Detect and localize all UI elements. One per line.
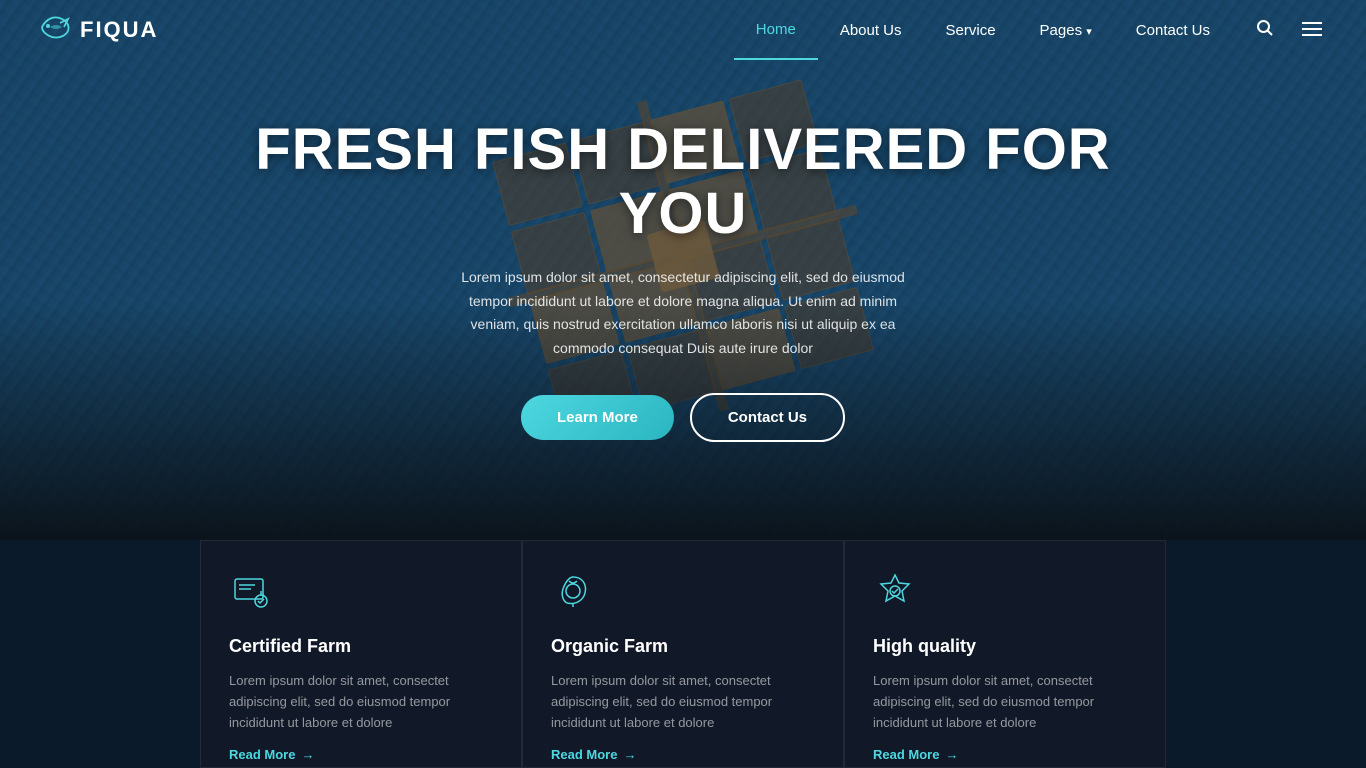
arrow-right-icon: →: [945, 747, 958, 762]
search-button[interactable]: [1252, 15, 1278, 46]
arrow-right-icon: →: [623, 747, 636, 762]
card-certified-farm-link[interactable]: Read More →: [229, 747, 493, 762]
nav-home[interactable]: Home: [734, 1, 818, 60]
chevron-down-icon: ▾: [1086, 26, 1092, 38]
badge-icon: [873, 569, 1137, 620]
logo[interactable]: FIQUA: [40, 13, 158, 47]
nav-home-link[interactable]: Home: [734, 1, 818, 60]
card-certified-farm: Certified Farm Lorem ipsum dolor sit ame…: [200, 540, 522, 768]
contact-us-button[interactable]: Contact Us: [690, 393, 845, 442]
card-organic-farm-link[interactable]: Read More →: [551, 747, 815, 762]
nav-links: Home About Us Service Pages ▾ Contact Us: [734, 1, 1232, 60]
navbar: FIQUA Home About Us Service Pages ▾ Cont…: [0, 0, 1366, 60]
nav-about-link[interactable]: About Us: [818, 2, 924, 59]
nav-contact[interactable]: Contact Us: [1114, 2, 1232, 59]
hero-buttons: Learn More Contact Us: [200, 393, 1166, 442]
menu-button[interactable]: [1298, 16, 1326, 45]
nav-icons: [1252, 15, 1326, 46]
hero-section: FRESH FISH DELIVERED FOR YOU Lorem ipsum…: [0, 0, 1366, 540]
cards-section: Certified Farm Lorem ipsum dolor sit ame…: [0, 540, 1366, 768]
card-high-quality-link[interactable]: Read More →: [873, 747, 1137, 762]
card-certified-farm-title: Certified Farm: [229, 636, 493, 657]
nav-pages-link[interactable]: Pages ▾: [1018, 2, 1114, 59]
learn-more-button[interactable]: Learn More: [521, 395, 674, 440]
hero-content: FRESH FISH DELIVERED FOR YOU Lorem ipsum…: [0, 118, 1366, 442]
nav-contact-link[interactable]: Contact Us: [1114, 2, 1232, 59]
certificate-icon: [229, 569, 493, 620]
card-certified-farm-desc: Lorem ipsum dolor sit amet, consectet ad…: [229, 671, 493, 733]
card-high-quality: High quality Lorem ipsum dolor sit amet,…: [844, 540, 1166, 768]
hero-description: Lorem ipsum dolor sit amet, consectetur …: [443, 266, 923, 361]
nav-service[interactable]: Service: [924, 2, 1018, 59]
card-organic-farm: Organic Farm Lorem ipsum dolor sit amet,…: [522, 540, 844, 768]
card-high-quality-title: High quality: [873, 636, 1137, 657]
leaf-icon: [551, 569, 815, 620]
logo-text: FIQUA: [80, 17, 158, 43]
hero-title: FRESH FISH DELIVERED FOR YOU: [200, 118, 1166, 246]
logo-icon: [40, 13, 72, 47]
nav-pages[interactable]: Pages ▾: [1018, 2, 1114, 59]
card-high-quality-desc: Lorem ipsum dolor sit amet, consectet ad…: [873, 671, 1137, 733]
card-organic-farm-title: Organic Farm: [551, 636, 815, 657]
arrow-right-icon: →: [301, 747, 314, 762]
nav-about[interactable]: About Us: [818, 2, 924, 59]
card-organic-farm-desc: Lorem ipsum dolor sit amet, consectet ad…: [551, 671, 815, 733]
nav-service-link[interactable]: Service: [924, 2, 1018, 59]
